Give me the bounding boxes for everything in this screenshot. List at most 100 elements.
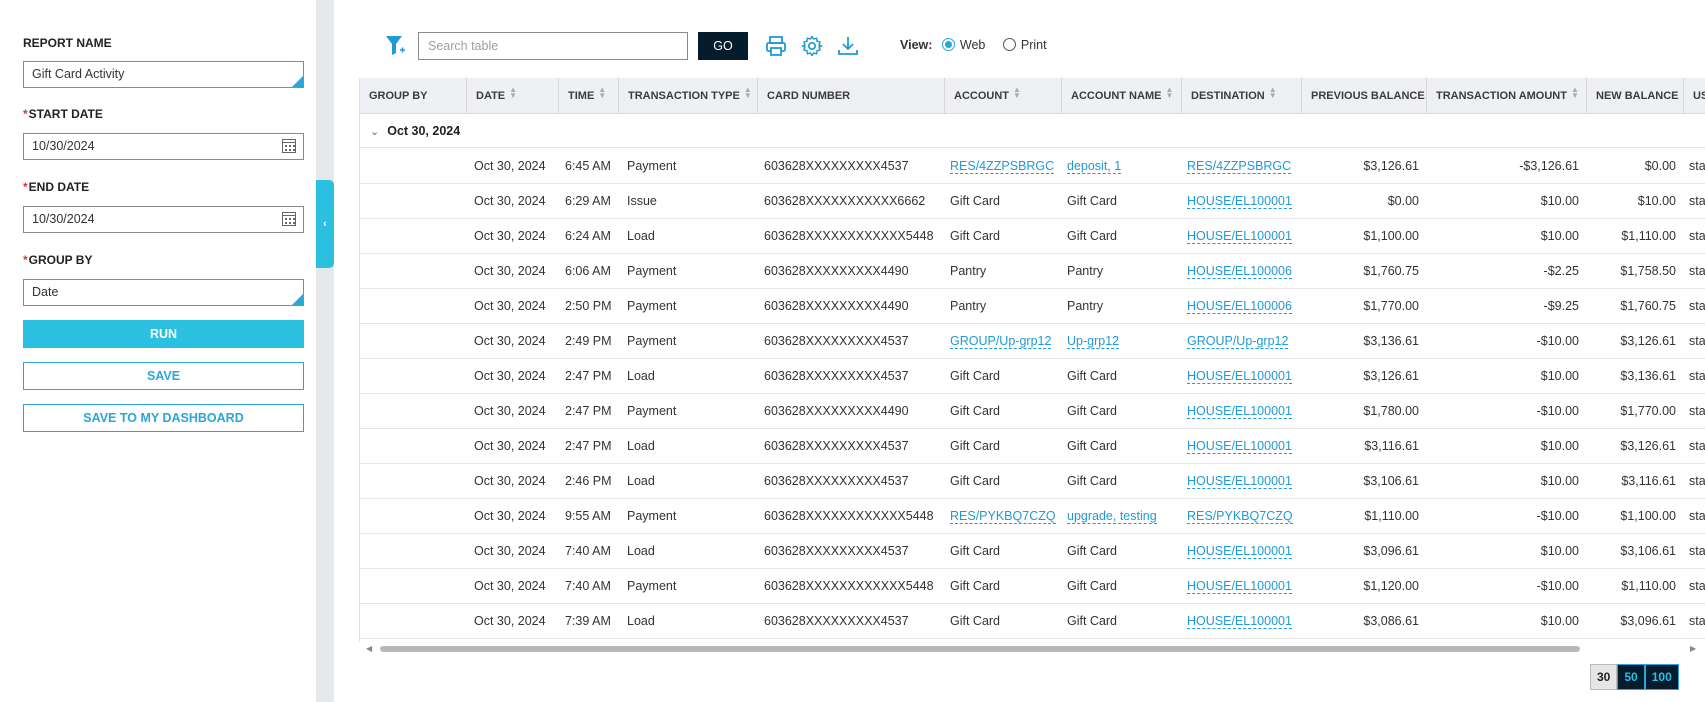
- cell-destination[interactable]: GROUP/Up-grp12: [1187, 334, 1289, 349]
- cell-account-name[interactable]: deposit, 1: [1067, 159, 1122, 174]
- radio-selected-icon[interactable]: [941, 38, 955, 51]
- cell-destination[interactable]: RES/PYKBQ7CZQ: [1187, 509, 1293, 524]
- cell-destination[interactable]: HOUSE/EL100001: [1187, 369, 1292, 384]
- column-header-new-balance[interactable]: NEW BALANCE: [1587, 78, 1684, 114]
- table-cell: -$10.00: [1427, 324, 1579, 359]
- table-cell: Payment: [627, 254, 752, 289]
- table-cell: Oct 30, 2024: [474, 289, 564, 324]
- view-option-print[interactable]: Print: [1002, 38, 1047, 52]
- required-mark: *: [23, 107, 28, 121]
- cell-destination[interactable]: HOUSE/EL100001: [1187, 439, 1292, 454]
- table-cell: $1,770.00: [1587, 394, 1676, 429]
- table-row[interactable]: Oct 30, 2024 7:40 AM Payment 603628XXXXXXXX…: [360, 569, 1705, 604]
- group-by-select[interactable]: Date: [23, 279, 304, 306]
- scroll-left-icon[interactable]: ◀: [366, 644, 372, 653]
- cell-time: 2:46 PM: [565, 474, 612, 488]
- column-header-user[interactable]: US: [1684, 78, 1705, 114]
- table-row[interactable]: Oct 30, 2024 2:47 PM Payment 603628XXXXXXXX…: [360, 394, 1705, 429]
- cell-card: 603628XXXXXXXXX4537: [764, 614, 909, 628]
- horizontal-scrollbar[interactable]: ◀ ▶: [362, 644, 1702, 654]
- cell-user: sta: [1689, 509, 1705, 523]
- column-header-card-number[interactable]: CARD NUMBER: [758, 78, 945, 114]
- cell-destination[interactable]: HOUSE/EL100001: [1187, 544, 1292, 559]
- save-to-dashboard-button[interactable]: SAVE TO MY DASHBOARD: [23, 404, 304, 432]
- go-button[interactable]: GO: [698, 32, 748, 60]
- cell-destination[interactable]: HOUSE/EL100001: [1187, 579, 1292, 594]
- filter-add-icon[interactable]: [385, 34, 405, 58]
- save-button[interactable]: SAVE: [23, 362, 304, 390]
- cell-destination[interactable]: HOUSE/EL100001: [1187, 474, 1292, 489]
- end-date-field[interactable]: 10/30/2024: [23, 206, 304, 233]
- cell-destination[interactable]: HOUSE/EL100001: [1187, 614, 1292, 629]
- column-header-time[interactable]: TIME▲ ▼: [559, 78, 619, 114]
- cell-destination[interactable]: HOUSE/EL100001: [1187, 229, 1292, 244]
- cell-date: Oct 30, 2024: [474, 579, 546, 593]
- table-cell: -$2.25: [1427, 254, 1579, 289]
- column-header-date[interactable]: DATE▲ ▼: [467, 78, 559, 114]
- table-cell: Oct 30, 2024: [474, 254, 564, 289]
- column-header-group-by[interactable]: GROUP BY: [360, 78, 467, 114]
- table-row[interactable]: Oct 30, 2024 6:29 AM Issue 603628XXXXXXXXXX…: [360, 184, 1705, 219]
- table-row[interactable]: Oct 30, 2024 6:06 AM Payment 603628XXXXXXXX…: [360, 254, 1705, 289]
- cell-account[interactable]: RES/4ZZPSBRGC: [950, 159, 1055, 174]
- cell-new: $3,126.61: [1620, 439, 1676, 453]
- scroll-right-icon[interactable]: ▶: [1690, 644, 1696, 653]
- table-row[interactable]: Oct 30, 2024 2:46 PM Load 603628XXXXXXXXX45…: [360, 464, 1705, 499]
- run-button[interactable]: RUN: [23, 320, 304, 348]
- table-cell: 7:40 AM: [565, 569, 625, 604]
- scrollbar-thumb[interactable]: [380, 646, 1580, 652]
- cell-destination[interactable]: RES/4ZZPSBRGC: [1187, 159, 1292, 174]
- table-row[interactable]: Oct 30, 2024 7:40 AM Load 603628XXXXXXXXX45…: [360, 534, 1705, 569]
- report-name-select[interactable]: Gift Card Activity: [23, 61, 304, 88]
- cell-time: 7:40 AM: [565, 544, 611, 558]
- column-header-account[interactable]: ACCOUNT▲ ▼: [945, 78, 1062, 114]
- calendar-icon[interactable]: [282, 212, 296, 226]
- column-header-transaction-amount[interactable]: TRANSACTION AMOUNT▲ ▼: [1427, 78, 1587, 114]
- cell-destination[interactable]: HOUSE/EL100006: [1187, 264, 1292, 279]
- cell-destination[interactable]: HOUSE/EL100006: [1187, 299, 1292, 314]
- table-row[interactable]: Oct 30, 2024 9:55 AM Payment 603628XXXXXXXX…: [360, 499, 1705, 534]
- view-option-web[interactable]: Web: [941, 38, 985, 52]
- group-row[interactable]: ⌄ Oct 30, 2024: [360, 114, 1705, 148]
- column-header-account-name[interactable]: ACCOUNT NAME▲ ▼: [1062, 78, 1182, 114]
- cell-account: Gift Card: [950, 614, 1001, 628]
- table-cell: 603628XXXXXXXXX4490: [764, 289, 954, 324]
- column-header-transaction-type[interactable]: TRANSACTION TYPE▲ ▼: [619, 78, 758, 114]
- cell-account[interactable]: GROUP/Up-grp12: [950, 334, 1052, 349]
- cell-account-name[interactable]: upgrade, testing: [1067, 509, 1157, 524]
- table-row[interactable]: Oct 30, 2024 7:39 AM Load 603628XXXXXXXXX45…: [360, 604, 1705, 639]
- cell-account[interactable]: RES/PYKBQ7CZQ: [950, 509, 1056, 524]
- page-size-50[interactable]: 50: [1617, 664, 1645, 690]
- table-row[interactable]: Oct 30, 2024 6:24 AM Load 603628XXXXXXXXXXX…: [360, 219, 1705, 254]
- page-size-30[interactable]: 30: [1590, 664, 1618, 690]
- cell-account-name[interactable]: Up-grp12: [1067, 334, 1120, 349]
- sort-icon: ▲ ▼: [598, 85, 607, 100]
- page-size-100[interactable]: 100: [1644, 664, 1679, 690]
- table-cell: $10.00: [1427, 219, 1579, 254]
- table-row[interactable]: Oct 30, 2024 2:49 PM Payment 603628XXXXXXXX…: [360, 324, 1705, 359]
- print-icon[interactable]: [764, 34, 788, 58]
- cell-destination[interactable]: HOUSE/EL100001: [1187, 194, 1292, 209]
- table-cell: HOUSE/EL100001: [1187, 464, 1302, 499]
- cell-prev: $3,086.61: [1363, 614, 1419, 628]
- search-input[interactable]: [418, 32, 688, 60]
- column-header-destination[interactable]: DESTINATION▲ ▼: [1182, 78, 1302, 114]
- cell-amount: -$10.00: [1536, 404, 1579, 418]
- sort-icon: ▲ ▼: [1165, 85, 1174, 100]
- table-row[interactable]: Oct 30, 2024 2:50 PM Payment 603628XXXXXXXX…: [360, 289, 1705, 324]
- settings-icon[interactable]: [800, 34, 824, 58]
- collapse-panel-button[interactable]: ‹: [316, 180, 334, 268]
- cell-destination[interactable]: HOUSE/EL100001: [1187, 404, 1292, 419]
- chevron-down-icon[interactable]: ⌄: [370, 115, 379, 149]
- table-cell: $3,086.61: [1302, 604, 1419, 639]
- table-row[interactable]: Oct 30, 2024 2:47 PM Load 603628XXXXXXXXX45…: [360, 429, 1705, 464]
- calendar-icon[interactable]: [282, 139, 296, 153]
- start-date-field[interactable]: 10/30/2024: [23, 133, 304, 160]
- table-row[interactable]: Oct 30, 2024 2:47 PM Load 603628XXXXXXXXX45…: [360, 359, 1705, 394]
- download-icon[interactable]: [836, 34, 860, 58]
- table-cell: Gift Card: [1067, 184, 1182, 219]
- column-header-previous-balance[interactable]: PREVIOUS BALANCE: [1302, 78, 1427, 114]
- table-cell: 6:29 AM: [565, 184, 625, 219]
- radio-unselected-icon[interactable]: [1002, 38, 1016, 51]
- table-row[interactable]: Oct 30, 2024 6:45 AM Payment 603628XXXXXXXX…: [360, 149, 1705, 184]
